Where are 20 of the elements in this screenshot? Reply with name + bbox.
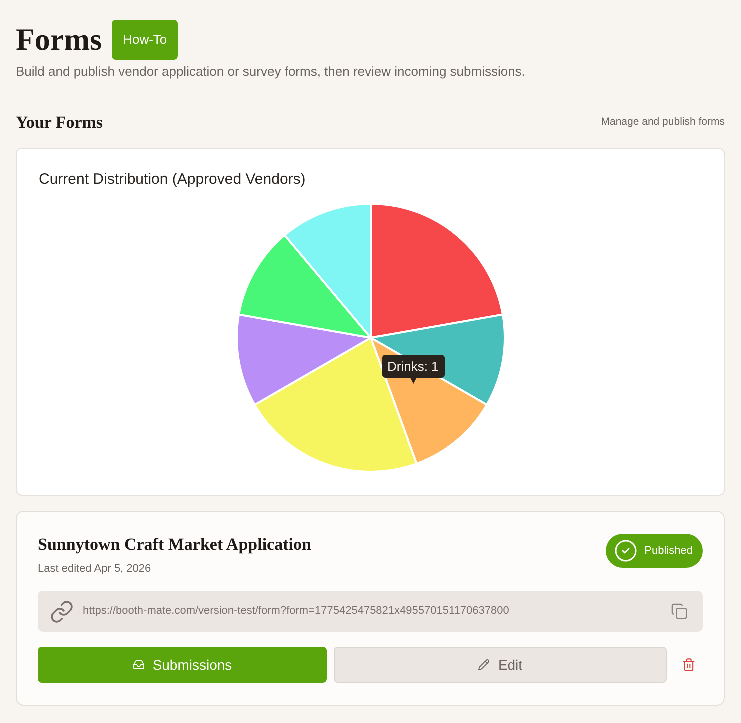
pencil-icon: [478, 659, 490, 671]
status-badge: Published: [606, 534, 703, 568]
how-to-button[interactable]: How-To: [112, 20, 178, 60]
link-icon: [50, 600, 74, 624]
section-title: Your Forms: [16, 113, 104, 133]
last-edited-text: Last edited Apr 5, 2026: [38, 562, 152, 577]
trash-icon: [682, 658, 696, 672]
chart-tooltip: Drinks: 1: [382, 355, 445, 384]
chart-title: Current Distribution (Approved Vendors): [39, 170, 307, 190]
section-hint: Manage and publish forms: [601, 115, 725, 130]
inbox-icon: [132, 659, 145, 671]
form-title: Sunnytown Craft Market Application: [38, 534, 312, 556]
page-subtitle: Build and publish vendor application or survey forms, then review incoming submissions.: [16, 63, 526, 81]
check-circle-icon: [614, 539, 638, 563]
submissions-button[interactable]: Submissions: [38, 647, 327, 683]
form-url: https://booth-mate.com/version-test/form?form=1775425475821x495570151170637800: [83, 604, 510, 620]
page-title: Forms: [16, 21, 102, 59]
copy-icon: [671, 603, 688, 620]
edit-button[interactable]: Edit: [334, 647, 667, 683]
copy-button[interactable]: [671, 603, 688, 620]
